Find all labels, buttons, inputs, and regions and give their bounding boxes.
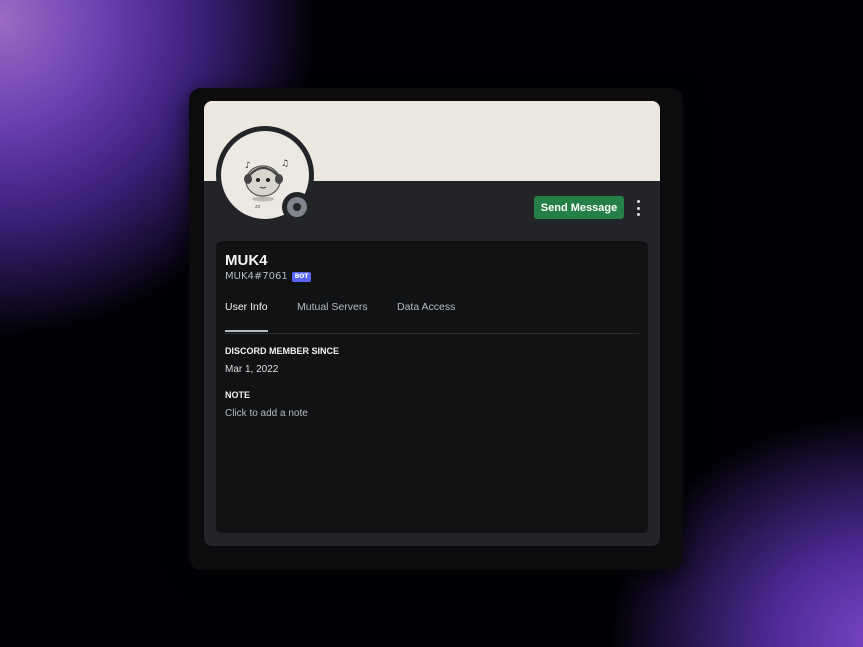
profile-tabs: User Info Mutual Servers Data Access <box>225 301 639 334</box>
offline-status-icon <box>287 197 307 217</box>
user-tag-row: MUK4#7061 BOT <box>225 271 312 282</box>
tab-data-access[interactable]: Data Access <box>397 301 455 332</box>
display-name: MUK4 <box>225 252 268 269</box>
tab-user-info[interactable]: User Info <box>225 301 268 332</box>
svg-text:♪: ♪ <box>245 161 251 171</box>
note-heading: NOTE <box>225 390 251 400</box>
user-tag: MUK4#7061 <box>225 271 288 282</box>
note-input[interactable]: Click to add a note <box>225 408 308 419</box>
more-vertical-icon[interactable] <box>632 197 644 219</box>
svg-text:zz: zz <box>255 204 261 210</box>
member-since-value: Mar 1, 2022 <box>225 364 279 375</box>
bot-badge: BOT <box>291 271 312 282</box>
send-message-button[interactable]: Send Message <box>534 196 624 219</box>
status-indicator <box>282 192 312 222</box>
profile-card: ♪ ♫ zz Send Message MUK4 MUK4#7061 BOT U… <box>204 101 660 546</box>
tab-mutual-servers[interactable]: Mutual Servers <box>297 301 368 332</box>
svg-text:♫: ♫ <box>281 159 289 169</box>
member-since-heading: DISCORD MEMBER SINCE <box>225 346 340 356</box>
profile-body: MUK4 MUK4#7061 BOT User Info Mutual Serv… <box>216 241 648 533</box>
